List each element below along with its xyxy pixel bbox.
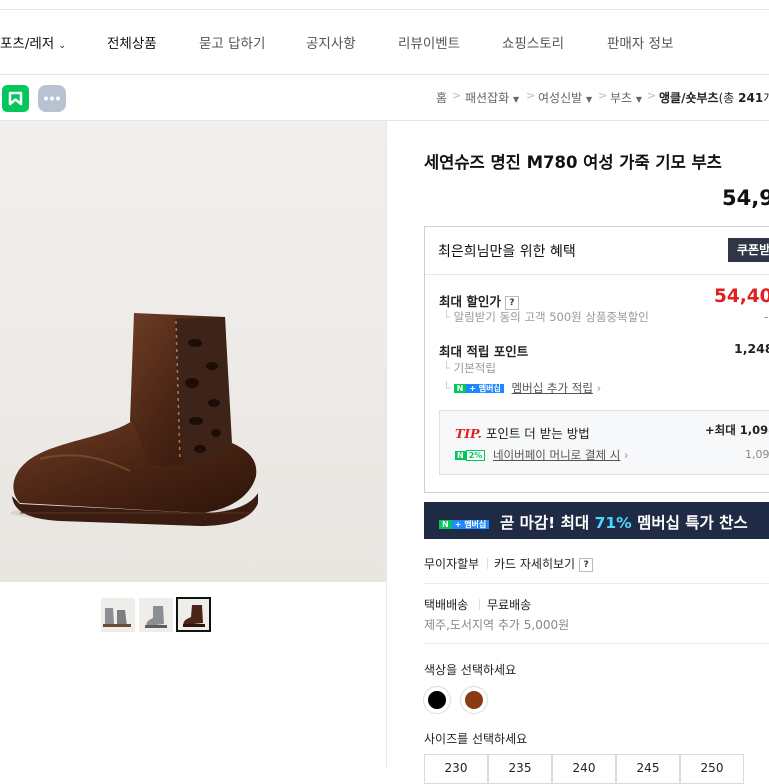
npay-percent-badge-icon: N 2% [455, 449, 486, 462]
thumbnail-2[interactable] [139, 598, 173, 632]
section-divider [424, 583, 769, 584]
discount-dash: - [764, 310, 769, 324]
size-select-label: 사이즈를 선택하세요 [424, 732, 528, 746]
size-option-240[interactable]: 240 [552, 754, 616, 784]
breadcrumb-fashion[interactable]: 패션잡화 ▼ [465, 89, 519, 106]
nav-all-products[interactable]: 전체상품 [107, 32, 157, 52]
card-detail-link[interactable]: 카드 자세히보기? [494, 555, 594, 572]
breadcrumb-ankle-boots[interactable]: 앵클/숏부츠(총 241개) [659, 89, 769, 106]
bookmark-share-icon[interactable] [2, 85, 29, 112]
size-option-235[interactable]: 235 [488, 754, 552, 784]
thumbnail-1[interactable] [101, 598, 135, 632]
breadcrumb-home[interactable]: 홈 [436, 89, 447, 106]
separator [487, 558, 488, 569]
coupon-button[interactable]: 쿠폰받 [728, 238, 769, 262]
max-discount-label: 최대 할인가? [439, 291, 519, 310]
breadcrumb-women-shoes[interactable]: 여성신발 ▼ [538, 89, 592, 106]
color-swatch-brown[interactable] [460, 686, 488, 714]
basic-points-label: └ 기본적립 [443, 361, 496, 375]
help-icon[interactable]: ? [504, 295, 519, 310]
max-points-label: 최대 적립 포인트 [439, 344, 529, 359]
tip-label: TIP. 포인트 더 받는 방법 [455, 426, 590, 441]
nav-review-event[interactable]: 리뷰이벤트 [398, 32, 460, 52]
chevron-right-icon: › [596, 381, 602, 395]
shipping-fee: 무료배송 [487, 598, 532, 612]
section-divider [424, 643, 769, 644]
max-points-value: 1,248 [734, 341, 769, 356]
separator [479, 599, 480, 610]
nav-shopping-story[interactable]: 쇼핑스토리 [502, 32, 564, 52]
membership-banner-text: 곧 마감! 최대 71% 멤버십 특가 찬스 [500, 514, 748, 532]
size-option-230[interactable]: 230 [424, 754, 488, 784]
size-option-245[interactable]: 245 [616, 754, 680, 784]
nav-category-sports[interactable]: 포츠/레저 ⌄ [0, 32, 66, 52]
ankle-boot-image [0, 121, 386, 582]
product-main-image[interactable] [0, 121, 386, 582]
chevron-right-icon: › [623, 448, 629, 462]
chevron-down-icon: ⌄ [58, 41, 67, 51]
shipping-method: 택배배송 [424, 598, 469, 612]
breadcrumb-separator-icon: > [452, 89, 462, 102]
store-nav: 포츠/레저 ⌄ 전체상품 묻고 답하기 공지사항 리뷰이벤트 쇼핑스토리 판매자… [0, 10, 769, 75]
nav-qna[interactable]: 묻고 답하기 [199, 32, 265, 52]
npay-membership-badge-icon: N + 멤버십 [453, 382, 504, 395]
shipping-extra: 제주,도서지역 추가 5,000원 [424, 618, 570, 632]
breadcrumb-separator-icon: > [526, 89, 536, 102]
help-icon[interactable]: ? [579, 557, 594, 572]
size-option-250[interactable]: 250 [680, 754, 744, 784]
product-price: 54,9 [722, 186, 769, 210]
color-select-label: 색상을 선택하세요 [424, 663, 517, 677]
naverpay-money-row[interactable]: N 2% 네이버페이 머니로 결제 시 › [455, 447, 629, 463]
tip-max-points: +최대 1,098 [705, 423, 769, 437]
color-swatch-black[interactable] [423, 686, 451, 714]
nav-seller-info[interactable]: 판매자 정보 [607, 32, 673, 52]
more-dots-icon[interactable] [38, 85, 66, 112]
benefit-divider [425, 274, 769, 275]
breadcrumb-separator-icon: > [647, 89, 657, 102]
tip-pay-value: 1,098 [745, 448, 769, 461]
tip-box [439, 410, 769, 475]
thumbnail-3-selected[interactable] [176, 597, 211, 632]
product-title: 세연슈즈 명진 M780 여성 가죽 기모 부츠 [424, 153, 722, 172]
benefit-title: 최은희님만을 위한 혜택 [438, 244, 576, 260]
max-discount-sub: └ 알림받기 동의 고객 500원 상품중복할인 [443, 310, 649, 324]
max-discount-price: 54,40 [714, 286, 769, 307]
breadcrumb-separator-icon: > [598, 89, 608, 102]
nav-notice[interactable]: 공지사항 [306, 32, 356, 52]
breadcrumb-boots[interactable]: 부츠 ▼ [610, 89, 642, 106]
npay-membership-badge-icon: N + 멤버십 [439, 514, 490, 533]
membership-points-row[interactable]: └ N + 멤버십 멤버십 추가 적립 › [443, 380, 601, 396]
installment-label: 무이자할부 [424, 557, 480, 571]
column-divider [386, 121, 387, 769]
